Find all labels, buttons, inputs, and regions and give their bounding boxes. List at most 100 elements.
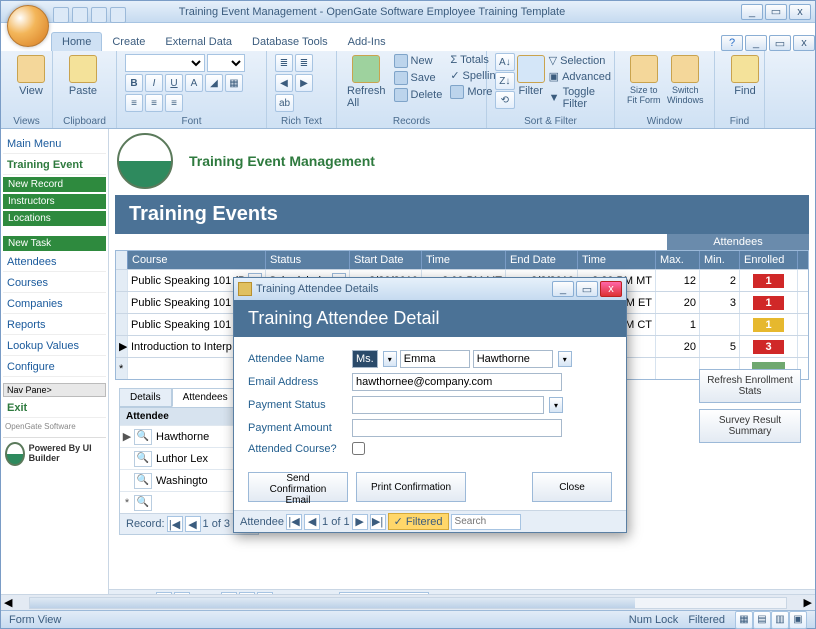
align-center-button[interactable]: ≡ [145,94,163,112]
clear-sort-button[interactable]: ⟲ [495,91,515,109]
modal-maximize-button[interactable]: ▭ [576,281,598,297]
align-right-button[interactable]: ≡ [165,94,183,112]
sidebar-courses[interactable]: Courses [3,274,106,293]
increase-indent-button[interactable]: ▶ [295,74,313,92]
tab-database-tools[interactable]: Database Tools [242,33,338,51]
modal-first-button[interactable]: |◀ [286,514,302,530]
sort-desc-button[interactable]: Z↓ [495,72,515,90]
sidebar-reports[interactable]: Reports [3,316,106,335]
payment-status-dropdown-icon[interactable]: ▾ [549,397,563,413]
horizontal-scrollbar[interactable]: ◀▶ [1,594,815,610]
sidebar-new-record[interactable]: New Record [3,177,106,192]
sidebar-locations[interactable]: Locations [3,211,106,226]
numbering-button[interactable]: ≣ [295,54,313,72]
switch-windows-button[interactable]: Switch Windows [665,53,707,114]
new-record-button[interactable]: New [392,53,445,69]
qat-item[interactable] [72,7,88,23]
first-name-input[interactable] [400,350,470,368]
nav-pane-toggle[interactable]: Nav Pane> [3,383,106,397]
col-min[interactable]: Min. [700,251,740,269]
magnify-icon[interactable]: 🔍 [134,495,152,511]
modal-prev-button[interactable]: ◀ [304,514,320,530]
maximize-button[interactable]: ▭ [765,4,787,20]
tab-details[interactable]: Details [119,388,172,407]
prefix-select[interactable]: Ms. [352,350,378,368]
sidebar-exit[interactable]: Exit [3,399,106,418]
magnify-icon[interactable]: 🔍 [134,429,152,445]
modal-next-button[interactable]: ▶ [352,514,368,530]
last-name-input[interactable] [473,350,553,368]
doc-restore-button[interactable]: ▭ [769,35,791,51]
prefix-dropdown-icon[interactable]: ▾ [383,351,397,367]
sidebar-instructors[interactable]: Instructors [3,194,106,209]
doc-close-button[interactable]: x [793,35,815,51]
text-highlight-button[interactable]: ab [275,94,294,112]
modal-filtered-indicator[interactable]: ✓ Filtered [388,513,449,530]
find-button[interactable]: Find [723,53,767,99]
office-orb[interactable] [7,5,49,47]
underline-button[interactable]: U [165,74,183,92]
view-button[interactable]: View [9,53,53,99]
refresh-all-button[interactable]: Refresh All [345,53,388,114]
col-status[interactable]: Status [266,251,350,269]
tab-attendees[interactable]: Attendees [172,388,239,407]
payment-amount-input[interactable] [352,419,562,437]
qat-item[interactable] [53,7,69,23]
modal-titlebar[interactable]: Training Attendee Details _ ▭ x [234,278,626,300]
sub-first-button[interactable]: |◀ [167,516,183,532]
col-time2[interactable]: Time [578,251,656,269]
font-select[interactable] [125,54,205,72]
attended-checkbox[interactable] [352,442,365,455]
send-confirmation-button[interactable]: Send Confirmation Email [248,472,348,502]
advanced-button[interactable]: ▣Advanced [547,69,613,84]
qat-item[interactable] [91,7,107,23]
sidebar-training-event[interactable]: Training Event [3,156,106,175]
toggle-filter-button[interactable]: ▼Toggle Filter [547,85,613,111]
sort-asc-button[interactable]: A↓ [495,53,515,71]
font-color-button[interactable]: A [185,74,203,92]
modal-search-input[interactable] [451,514,521,530]
close-button[interactable]: x [789,4,811,20]
qat-item[interactable] [110,7,126,23]
tab-create[interactable]: Create [102,33,155,51]
italic-button[interactable]: I [145,74,163,92]
tab-external-data[interactable]: External Data [155,33,242,51]
sidebar-companies[interactable]: Companies [3,295,106,314]
col-enrolled[interactable]: Enrolled [740,251,798,269]
bullets-button[interactable]: ≣ [275,54,293,72]
modal-close-btn[interactable]: Close [532,472,612,502]
gridlines-button[interactable]: ▦ [225,74,243,92]
modal-close-button[interactable]: x [600,281,622,297]
paste-button[interactable]: Paste [61,53,105,99]
modal-last-button[interactable]: ▶| [370,514,386,530]
filter-button[interactable]: Filter [515,53,547,114]
email-input[interactable] [352,373,562,391]
sidebar-attendees[interactable]: Attendees [3,253,106,272]
refresh-enrollment-button[interactable]: Refresh Enrollment Stats [699,369,801,403]
magnify-icon[interactable]: 🔍 [134,473,152,489]
bold-button[interactable]: B [125,74,143,92]
view-mode-icon[interactable]: ▤ [753,611,771,629]
view-mode-icon[interactable]: ▣ [789,611,807,629]
sidebar-new-task[interactable]: New Task [3,236,106,251]
decrease-indent-button[interactable]: ◀ [275,74,293,92]
payment-status-input[interactable] [352,396,544,414]
fill-color-button[interactable]: ◢ [205,74,223,92]
font-size-select[interactable] [207,54,245,72]
minimize-button[interactable]: _ [741,4,763,20]
name-dropdown-icon[interactable]: ▾ [558,351,572,367]
print-confirmation-button[interactable]: Print Confirmation [356,472,466,502]
survey-result-button[interactable]: Survey Result Summary [699,409,801,443]
col-start-date[interactable]: Start Date [350,251,422,269]
modal-minimize-button[interactable]: _ [552,281,574,297]
save-button[interactable]: Save [392,70,445,86]
tab-add-ins[interactable]: Add-Ins [338,33,396,51]
col-time[interactable]: Time [422,251,506,269]
sidebar-configure[interactable]: Configure [3,358,106,377]
sidebar-lookup-values[interactable]: Lookup Values [3,337,106,356]
size-to-fit-button[interactable]: Size to Fit Form [623,53,665,114]
col-course[interactable]: Course [128,251,266,269]
col-end-date[interactable]: End Date [506,251,578,269]
delete-button[interactable]: Delete [392,87,445,103]
selection-button[interactable]: ▽Selection [547,53,613,68]
